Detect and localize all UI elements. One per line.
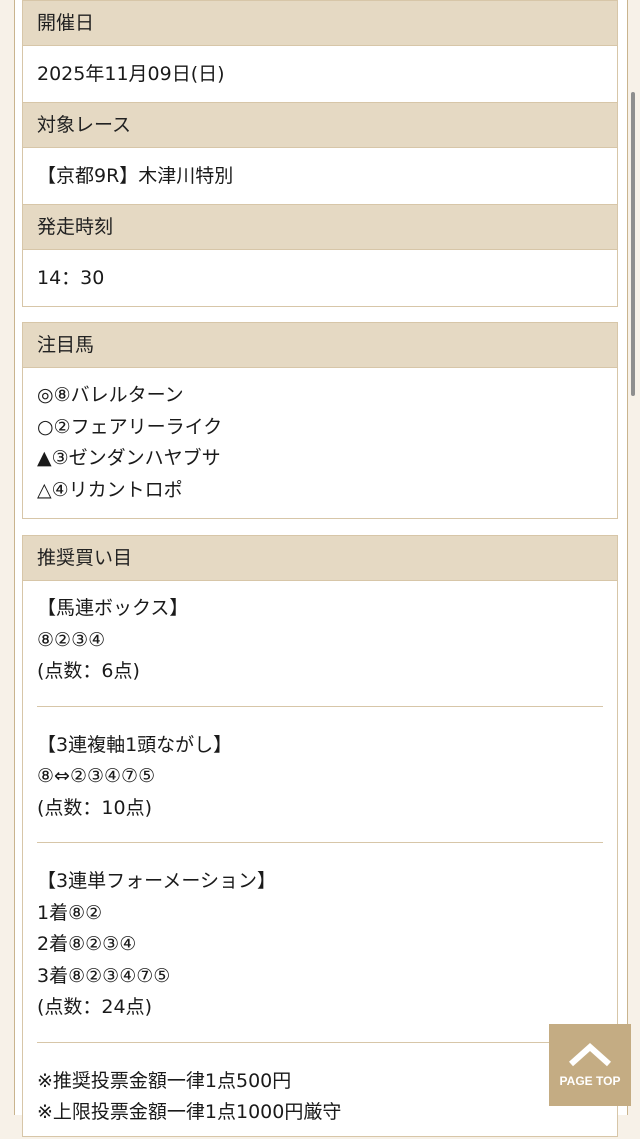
bet-count: (点数：24点): [37, 996, 153, 1018]
bet-section-quinella: 【馬連ボックス】 ⑧②③④ (点数：6点): [37, 593, 603, 688]
race-heading: 対象レース: [23, 103, 617, 148]
page-top-button[interactable]: PAGE TOP: [549, 1024, 631, 1106]
recommended-bets-content: 【馬連ボックス】 ⑧②③④ (点数：6点) 【3連複軸1頭ながし】 ⑧⇔②③④⑦…: [23, 581, 617, 1139]
start-time-value: 14：30: [37, 267, 105, 289]
bet-note: ※上限投票金額一律1点1000円厳守: [37, 1101, 342, 1123]
bet-title: 【馬連ボックス】: [37, 597, 189, 619]
bet-first-place: 1着⑧②: [37, 901, 103, 924]
bet-combination: ⑧②③④: [37, 628, 106, 651]
bet-count: (点数：10点): [37, 796, 153, 819]
divider: [37, 842, 603, 843]
horse-item: ○②フェアリーライク: [37, 415, 223, 438]
chevron-up-icon: [568, 1042, 612, 1067]
featured-horses-box: 注目馬 ◎⑧バレルターン ○②フェアリーライク ▲③ゼンダンハヤブサ △④リカン…: [22, 322, 618, 519]
date-heading: 開催日: [23, 1, 617, 46]
bet-section-trifecta: 【3連単フォーメーション】 1着⑧② 2着⑧②③④ 3着⑧②③④⑦⑤ (点数：2…: [37, 866, 603, 1024]
start-time-heading: 発走時刻: [23, 205, 617, 250]
race-info-box: 開催日 2025年11月09日(日) 対象レース 【京都9R】木津川特別 発走時…: [22, 0, 618, 307]
bet-note: ※推奨投票金額一律1点500円: [37, 1069, 292, 1092]
bet-third-place: 3着⑧②③④⑦⑤: [37, 964, 171, 987]
horse-item: ◎⑧バレルターン: [37, 384, 184, 406]
horse-item: ▲③ゼンダンハヤブサ: [37, 447, 221, 469]
featured-horses-heading: 注目馬: [23, 323, 617, 368]
recommended-bets-heading: 推奨買い目: [23, 536, 617, 581]
divider: [37, 705, 603, 707]
bet-second-place: 2着⑧②③④: [37, 933, 137, 955]
race-value: 【京都9R】木津川特別: [23, 148, 617, 205]
divider: [37, 1041, 603, 1043]
bet-title: 【3連単フォーメーション】: [37, 870, 276, 892]
scrollbar[interactable]: [631, 92, 635, 396]
date-value: 2025年11月09日(日): [23, 46, 617, 103]
bet-count: (点数：6点): [37, 660, 140, 682]
bet-section-trio: 【3連複軸1頭ながし】 ⑧⇔②③④⑦⑤ (点数：10点): [37, 730, 603, 825]
bet-title: 【3連複軸1頭ながし】: [37, 733, 233, 756]
bet-notes: ※推奨投票金額一律1点500円 ※上限投票金額一律1点1000円厳守: [37, 1066, 603, 1129]
bet-combination: ⑧⇔②③④⑦⑤: [37, 765, 156, 787]
page-top-label: PAGE TOP: [559, 1074, 621, 1088]
recommended-bets-box: 推奨買い目 【馬連ボックス】 ⑧②③④ (点数：6点) 【3連複軸1頭ながし】 …: [22, 535, 618, 1137]
featured-horses-list: ◎⑧バレルターン ○②フェアリーライク ▲③ゼンダンハヤブサ △④リカントロポ: [23, 368, 617, 518]
horse-item: △④リカントロポ: [37, 478, 183, 501]
